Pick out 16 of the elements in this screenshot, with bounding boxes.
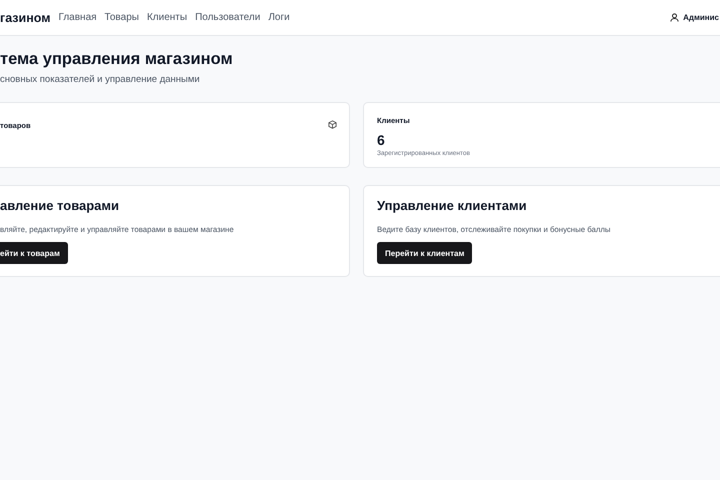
user-name[interactable]: Админис — [683, 13, 719, 22]
nav-link[interactable]: Пользователи — [195, 12, 260, 23]
navigate-button[interactable]: ейти к товарам — [0, 242, 68, 264]
brand-name[interactable]: газином — [0, 10, 50, 24]
navigate-button[interactable]: Перейти к клиентам — [377, 242, 472, 264]
nav-link[interactable]: Логи — [268, 12, 290, 23]
user-icon — [670, 13, 680, 22]
stat-value: 6 — [377, 132, 386, 148]
page-title: тема управления магазином — [0, 50, 234, 69]
nav-link[interactable]: Клиенты — [146, 12, 188, 23]
card-title: авление товарами — [0, 198, 120, 213]
nav-link[interactable]: Главная — [58, 12, 97, 23]
box-icon — [328, 120, 337, 129]
card-title: Управление клиентами — [377, 198, 528, 213]
page-subtitle: сновных показателей и управление данными — [0, 74, 201, 85]
nav-link[interactable]: Товары — [104, 12, 139, 23]
